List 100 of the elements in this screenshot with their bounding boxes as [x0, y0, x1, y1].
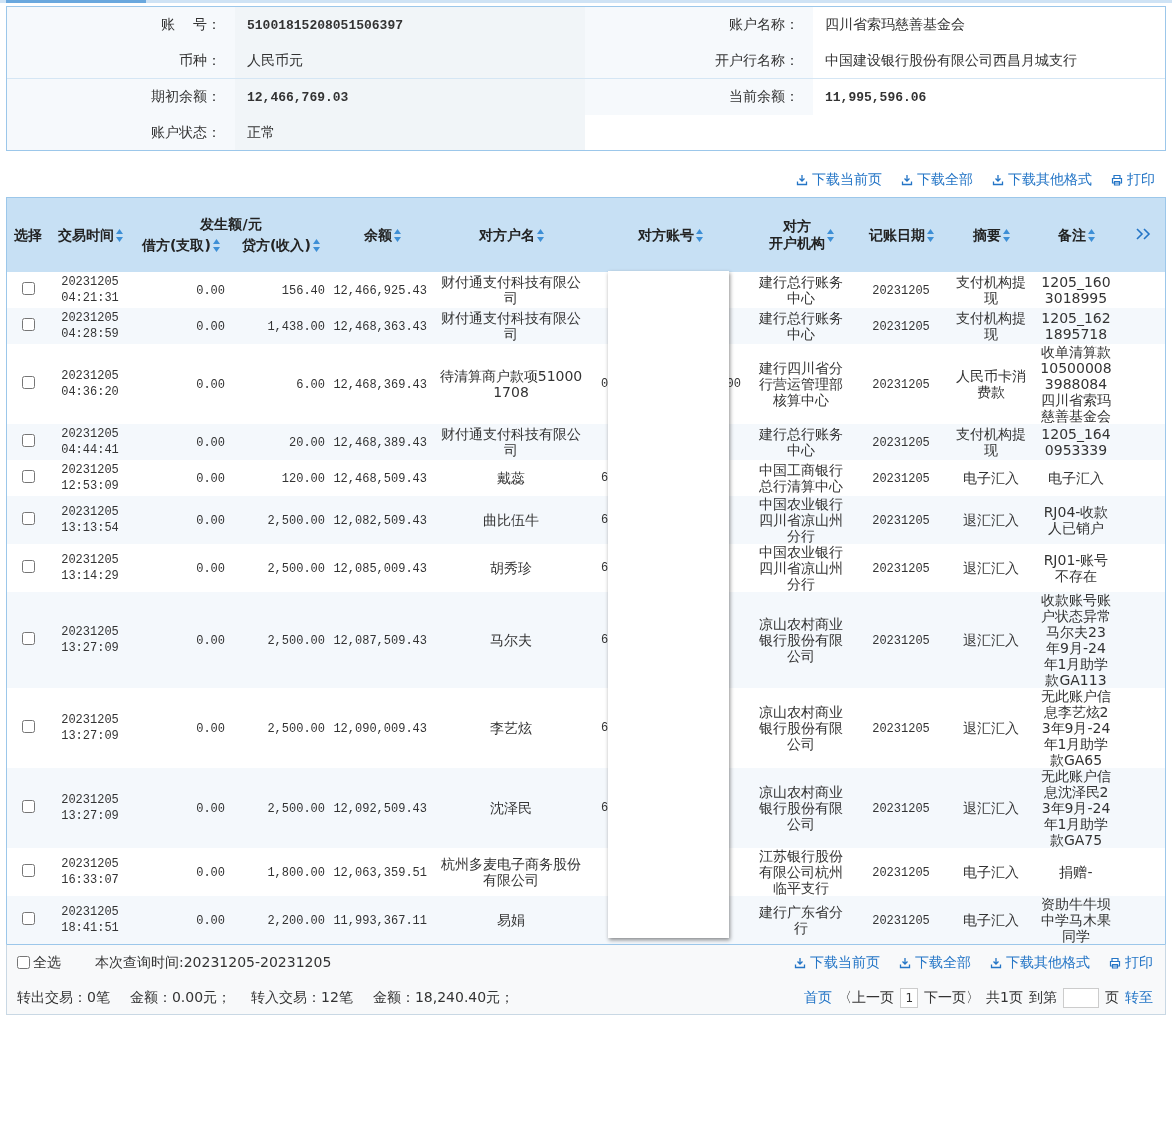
table-cell: 收单清算款105000083988084四川省索玛慈善基金会 — [1040, 344, 1112, 424]
table-cell: 1,800.00 — [267, 865, 325, 881]
page-info-text: 页 — [1105, 988, 1119, 1007]
table-cell-text: 财付通支付科技有限公司 — [440, 426, 582, 458]
page-link[interactable]: 转至 — [1125, 988, 1153, 1007]
table-cell: 建行四川省分行营运管理部核算中心 — [758, 360, 844, 408]
download-link[interactable]: 下载其他格式 — [990, 953, 1090, 972]
row-checkbox[interactable] — [21, 632, 35, 645]
table-cell-text: 20231205 13:14:29 — [60, 552, 120, 584]
select-all-checkbox[interactable] — [17, 956, 30, 969]
table-cell: 20231205 — [872, 435, 930, 451]
table-cell: 156.40 — [281, 283, 325, 299]
table-cell: 收款账号账户状态异常马尔夫23年9月-24年1月助学款GA113 — [1040, 592, 1112, 688]
table-cell: 1,438.00 — [267, 319, 325, 335]
print-link[interactable]: 打印 — [1109, 953, 1153, 972]
sort-icon[interactable] — [926, 228, 934, 242]
sort-icon[interactable] — [115, 228, 123, 242]
table-cell-text: 20231205 13:27:09 — [60, 624, 120, 656]
table-cell: 20231205 — [872, 865, 930, 881]
table-cell: 2,200.00 — [267, 913, 325, 929]
table-cell: 2,500.00 — [267, 721, 325, 737]
table-cell: 20231205 — [872, 561, 930, 577]
table-cell: 12,087,509.43 — [333, 633, 427, 649]
table-cell-text: 20231205 18:41:51 — [60, 904, 120, 936]
table-cell: 建行总行账务中心 — [758, 274, 844, 306]
table-cell-text: 胡秀珍 — [489, 560, 533, 576]
row-checkbox[interactable] — [21, 282, 35, 295]
summary-text: 转入交易：12笔 — [251, 988, 353, 1005]
table-cell: 12,468,363.43 — [333, 319, 427, 335]
column-header[interactable]: 摘要 — [972, 226, 1010, 244]
table-cell-text: 电子汇入 — [962, 912, 1020, 928]
table-cell: 12,082,509.43 — [333, 513, 427, 529]
table-cell: 0.00 — [196, 283, 225, 299]
download-link[interactable]: 下载全部 — [899, 953, 971, 972]
page-nav-text[interactable]: 〈上一页 — [838, 988, 895, 1007]
table-cell: 支付机构提现 — [955, 274, 1027, 306]
download-icon — [796, 174, 808, 186]
table-cell: 江苏银行股份有限公司杭州临平支行 — [758, 848, 844, 896]
page-input[interactable] — [1063, 987, 1099, 1008]
table-cell-text: RJ01-账号不存在 — [1042, 552, 1110, 584]
row-checkbox[interactable] — [21, 912, 35, 925]
sort-icon[interactable] — [393, 228, 401, 242]
sort-icon[interactable] — [536, 228, 544, 242]
summary-text: 金额：18,240.40元； — [372, 988, 515, 1005]
row-checkbox[interactable] — [21, 376, 35, 389]
table-cell-text: 20231205 13:27:09 — [60, 712, 120, 744]
table-cell-text: 退汇汇入 — [962, 632, 1020, 648]
table-cell: 2,500.00 — [267, 513, 325, 529]
row-checkbox[interactable] — [21, 800, 35, 813]
sort-icon[interactable] — [312, 239, 320, 252]
table-cell: 6 — [601, 512, 609, 528]
column-header[interactable]: 交易时间 — [57, 226, 123, 244]
table-cell: 12,063,359.51 — [333, 865, 427, 881]
double-chevron-icon[interactable] — [1135, 227, 1151, 240]
table-cell: 0.00 — [196, 721, 225, 737]
page-info-text: 共1页 — [986, 988, 1023, 1007]
field-value: 人民币元 — [247, 52, 303, 68]
table-cell: 建行总行账务中心 — [758, 426, 844, 458]
row-checkbox[interactable] — [21, 560, 35, 573]
column-header[interactable]: 记账日期 — [868, 226, 934, 244]
download-link[interactable]: 下载当前页 — [794, 953, 880, 972]
column-header[interactable]: 对方户名 — [478, 226, 544, 244]
field-label: 开户行名称： — [715, 52, 799, 68]
column-header[interactable]: 余额 — [363, 226, 401, 244]
sort-icon[interactable] — [212, 239, 220, 252]
sort-icon[interactable] — [695, 228, 703, 242]
table-cell: 0.00 — [196, 471, 225, 487]
row-checkbox[interactable] — [21, 318, 35, 331]
table-cell: 20231205 — [872, 471, 930, 487]
page-nav-text[interactable]: 下一页〉 — [924, 988, 981, 1007]
row-checkbox[interactable] — [21, 470, 35, 483]
page-link[interactable]: 首页 — [804, 988, 833, 1007]
table-cell: 0 — [601, 376, 609, 392]
sort-icon[interactable] — [826, 228, 834, 242]
sort-icon[interactable] — [1002, 228, 1010, 242]
table-cell: 支付机构提现 — [955, 310, 1027, 342]
table-cell: 无此账户信息李艺炫23年9月-24年1月助学款GA65 — [1040, 688, 1112, 768]
sort-icon[interactable] — [1087, 228, 1095, 242]
page-number[interactable]: 1 — [900, 987, 919, 1008]
table-cell: 12,085,009.43 — [333, 561, 427, 577]
table-cell: 12,468,369.43 — [333, 377, 427, 393]
row-checkbox[interactable] — [21, 434, 35, 447]
table-cell: 0.00 — [196, 377, 225, 393]
table-cell: 建行总行账务中心 — [758, 310, 844, 342]
row-checkbox[interactable] — [21, 512, 35, 525]
download-icon — [794, 956, 806, 969]
column-header[interactable]: 对方账号 — [637, 226, 703, 244]
table-cell-text: RJ04-收款人已销户 — [1042, 504, 1110, 536]
row-checkbox[interactable] — [21, 720, 35, 733]
column-header[interactable]: 备注 — [1057, 226, 1095, 244]
table-cell: 20.00 — [289, 435, 325, 451]
table-cell-text: 20231205 13:13:54 — [60, 504, 120, 536]
checkbox-label[interactable]: 全选 — [33, 953, 61, 972]
field-label: 币种： — [179, 52, 221, 68]
row-checkbox[interactable] — [21, 864, 35, 877]
table-cell-text: 捐赠- — [1058, 864, 1094, 880]
table-cell-text: 退汇汇入 — [962, 720, 1020, 736]
table-cell: 20231205 — [872, 633, 930, 649]
download-icon — [992, 174, 1004, 186]
field-label: 账 号： — [161, 16, 221, 32]
